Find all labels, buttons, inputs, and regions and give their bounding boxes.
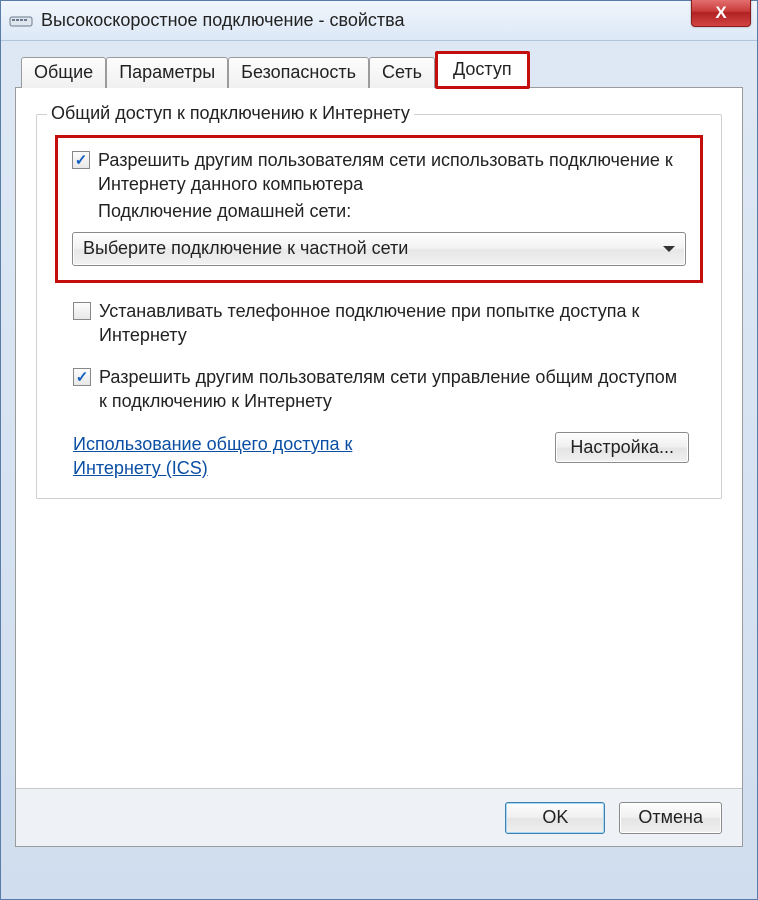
allow-share-textblock: Разрешить другим пользователям сети испо… [98, 148, 686, 222]
content-area: Общие Параметры Безопасность Сеть Доступ… [1, 41, 757, 857]
ics-help-link[interactable]: Использование общего доступа к Интернету… [73, 432, 433, 481]
allow-share-label: Разрешить другим пользователям сети испо… [98, 148, 686, 197]
close-button[interactable]: X [691, 0, 751, 27]
tab-panel-sharing: Общий доступ к подключению к Интернету Р… [15, 87, 743, 847]
dial-on-demand-label: Устанавливать телефонное подключение при… [99, 299, 689, 348]
home-network-label: Подключение домашней сети: [98, 201, 686, 222]
allow-control-row: Разрешить другим пользователям сети упра… [55, 365, 703, 414]
titlebar: Высокоскоростное подключение - свойства … [1, 1, 757, 41]
ok-button[interactable]: OK [505, 802, 605, 834]
groupbox-title: Общий доступ к подключению к Интернету [47, 103, 414, 124]
properties-dialog: Высокоскоростное подключение - свойства … [0, 0, 758, 900]
window-title: Высокоскоростное подключение - свойства [41, 10, 405, 31]
ics-groupbox: Общий доступ к подключению к Интернету Р… [36, 114, 722, 499]
tab-network[interactable]: Сеть [369, 57, 435, 88]
link-row: Использование общего доступа к Интернету… [55, 432, 703, 481]
tab-strip: Общие Параметры Безопасность Сеть Доступ [15, 51, 743, 88]
chevron-down-icon [663, 246, 675, 252]
allow-share-highlight: Разрешить другим пользователям сети испо… [55, 135, 703, 283]
allow-share-row: Разрешить другим пользователям сети испо… [72, 148, 686, 222]
modem-icon [9, 12, 33, 30]
settings-button[interactable]: Настройка... [555, 432, 689, 463]
cancel-button[interactable]: Отмена [619, 802, 722, 834]
dialog-footer: OK Отмена [16, 788, 742, 846]
allow-share-checkbox[interactable] [72, 151, 90, 169]
tab-general[interactable]: Общие [21, 57, 106, 88]
tab-security[interactable]: Безопасность [228, 57, 369, 88]
allow-control-checkbox[interactable] [73, 368, 91, 386]
close-icon: X [715, 3, 726, 23]
tab-parameters[interactable]: Параметры [106, 57, 228, 88]
combobox-selected-text: Выберите подключение к частной сети [83, 238, 663, 259]
dial-on-demand-checkbox[interactable] [73, 302, 91, 320]
tab-sharing[interactable]: Доступ [435, 51, 530, 89]
allow-control-label: Разрешить другим пользователям сети упра… [99, 365, 689, 414]
dial-on-demand-row: Устанавливать телефонное подключение при… [55, 299, 703, 348]
home-network-combobox[interactable]: Выберите подключение к частной сети [72, 232, 686, 266]
